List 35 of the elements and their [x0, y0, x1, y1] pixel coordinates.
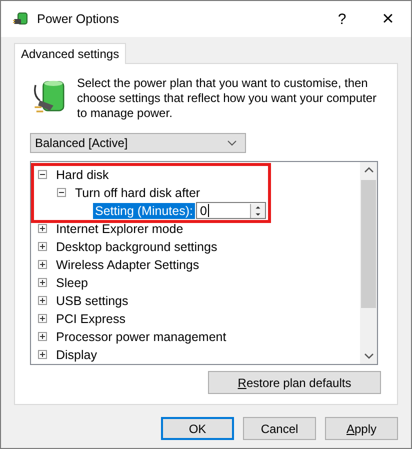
- help-button[interactable]: ?: [319, 10, 365, 28]
- restore-defaults-button[interactable]: Restore plan defaults: [208, 371, 381, 394]
- expander-icon[interactable]: [38, 332, 47, 342]
- tree-item[interactable]: Sleep: [56, 276, 88, 290]
- expander-icon[interactable]: [38, 170, 47, 180]
- expander-icon[interactable]: [57, 188, 66, 198]
- tree-item[interactable]: PCI Express: [56, 312, 126, 326]
- tree-item[interactable]: USB settings: [56, 294, 128, 308]
- expander-icon[interactable]: [38, 314, 47, 324]
- expander-icon[interactable]: [38, 224, 47, 234]
- tree-item[interactable]: Internet Explorer mode: [56, 222, 184, 236]
- tree-item[interactable]: Turn off hard disk after: [75, 186, 200, 200]
- expander-icon[interactable]: [38, 278, 47, 288]
- expander-icon[interactable]: [38, 242, 47, 252]
- settings-tab[interactable]: Advanced settings: [14, 43, 126, 64]
- description-text: Select the power plan that you want to customise, then choose settings that reflect how you want your computer to manage power.: [77, 76, 378, 121]
- battery-plug-icon: [13, 11, 29, 27]
- dialog-button[interactable]: Apply: [325, 417, 398, 440]
- tree-item[interactable]: Hard disk: [56, 168, 109, 182]
- plan-dropdown[interactable]: Balanced [Active]: [30, 133, 246, 153]
- dialog-button[interactable]: OK: [161, 417, 234, 440]
- expander-icon[interactable]: [38, 260, 47, 270]
- chevron-down-icon: [227, 140, 237, 146]
- scroll-thumb[interactable]: [361, 180, 376, 308]
- setting-label: Setting (Minutes):: [93, 202, 195, 219]
- minutes-spin-field[interactable]: 0: [196, 202, 266, 220]
- expander-icon[interactable]: [38, 296, 47, 306]
- window-title: Power Options: [37, 12, 120, 26]
- expander-icon[interactable]: [38, 350, 47, 360]
- close-button[interactable]: ×: [365, 8, 411, 30]
- tree-item[interactable]: Wireless Adapter Settings: [56, 258, 200, 272]
- tree-item[interactable]: Display: [56, 348, 97, 362]
- tree-item[interactable]: Desktop background settings: [56, 240, 218, 254]
- dialog-button[interactable]: Cancel: [243, 417, 316, 440]
- tree-item[interactable]: Processor power management: [56, 330, 226, 344]
